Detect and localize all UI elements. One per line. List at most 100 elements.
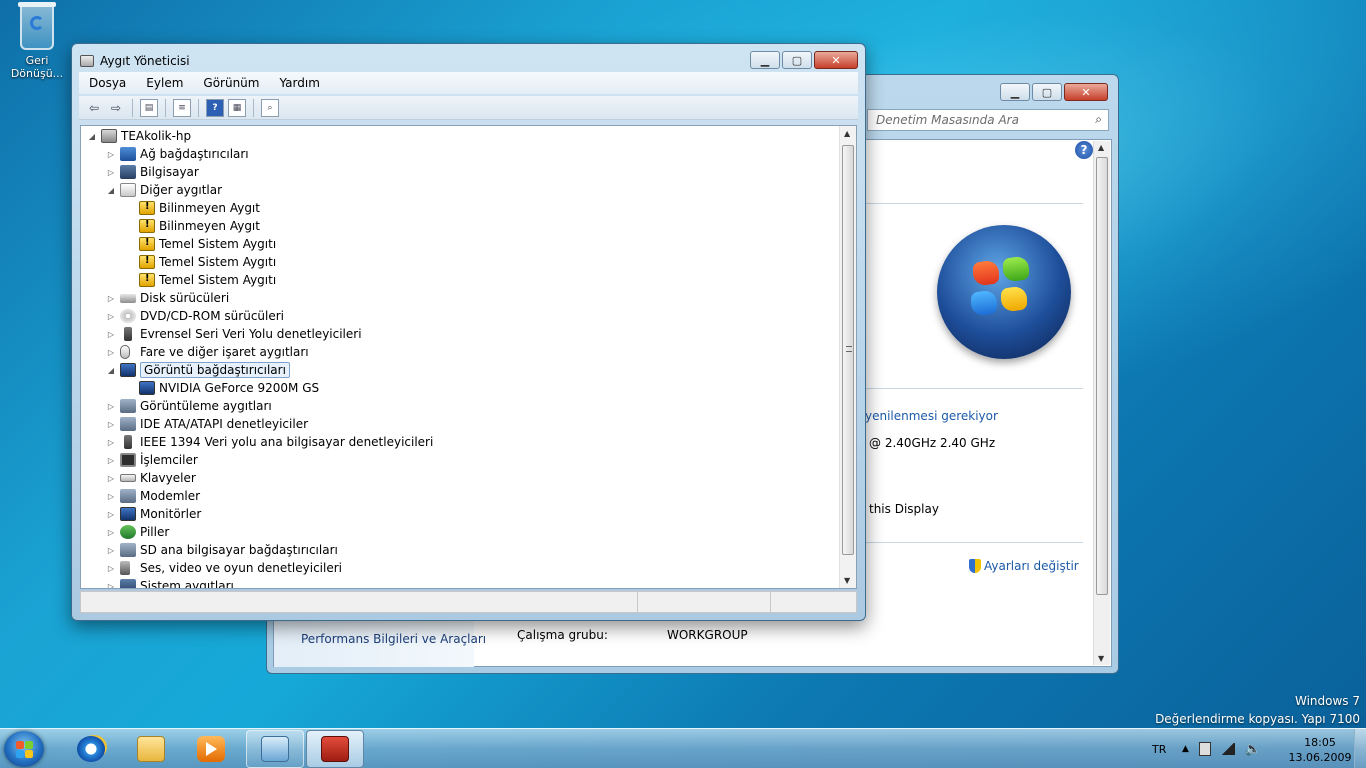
tree-label: Fare ve diğer işaret aygıtları (140, 345, 309, 359)
tree-item[interactable]: ▷ Klavyeler (106, 469, 196, 487)
tree-label: Görüntü bağdaştırıcıları (140, 362, 290, 378)
tree-item[interactable]: ▷ IEEE 1394 Veri yolu ana bilgisayar dene… (106, 433, 433, 451)
maximize-button[interactable]: ▢ (1032, 83, 1062, 101)
tree-label: Piller (140, 525, 170, 539)
firewire-icon (124, 435, 132, 449)
back-arrow-icon[interactable]: ⇦ (85, 99, 103, 117)
view-pane-icon[interactable]: ▦ (228, 98, 246, 117)
tree-item[interactable]: ▷ IDE ATA/ATAPI denetleyiciler (106, 415, 308, 433)
expand-icon[interactable]: ▷ (106, 438, 116, 447)
forward-arrow-icon[interactable]: ⇨ (107, 99, 125, 117)
show-hidden-icons-icon[interactable]: ▲ (1182, 744, 1189, 754)
expand-icon[interactable]: ▷ (106, 510, 116, 519)
expand-icon[interactable]: ▷ (106, 474, 116, 483)
tree-item[interactable]: ◢ Diğer aygıtlar (106, 181, 222, 199)
control-panel-button[interactable] (246, 730, 304, 768)
title-bar: Aygıt Yöneticisi (80, 52, 190, 70)
expand-icon[interactable]: ▷ (106, 330, 116, 339)
tree-item[interactable]: Temel Sistem Aygıtı (139, 253, 276, 271)
tree-item[interactable]: ▷ Sistem aygıtları (106, 577, 234, 589)
maximize-button[interactable]: ▢ (782, 51, 812, 69)
scroll-up-icon[interactable]: ▲ (1098, 143, 1104, 152)
help-icon[interactable]: ? (206, 98, 224, 117)
scan-hardware-icon[interactable]: ⌕ (261, 98, 279, 117)
tree-item[interactable]: ▷ Bilgisayar (106, 163, 199, 181)
tree-item[interactable]: ▷ Evrensel Seri Veri Yolu denetleyicileri (106, 325, 362, 343)
minimize-button[interactable]: ▁ (1000, 83, 1030, 101)
properties-icon[interactable]: ≡ (173, 98, 191, 117)
tree-root[interactable]: ◢ TEAkolik-hp (87, 127, 191, 145)
help-icon[interactable]: ? (1075, 141, 1093, 159)
explorer-button[interactable] (122, 730, 180, 768)
language-indicator[interactable]: TR (1152, 729, 1166, 768)
media-player-button[interactable] (182, 730, 240, 768)
vertical-scrollbar[interactable]: ▲ ▼ (1093, 141, 1110, 665)
expand-icon[interactable]: ▷ (106, 582, 116, 589)
clock[interactable]: 18:05 13.06.2009 (1282, 735, 1358, 765)
power-icon[interactable] (1198, 742, 1211, 756)
tree-item[interactable]: ▷ Monitörler (106, 505, 201, 523)
close-button[interactable]: ✕ (1064, 83, 1108, 101)
internet-explorer-button[interactable] (62, 730, 120, 768)
tree-item[interactable]: Temel Sistem Aygıtı (139, 271, 276, 289)
tree-item[interactable]: ▷ Ses, video ve oyun denetleyicileri (106, 559, 342, 577)
show-desktop-button[interactable] (1354, 729, 1366, 768)
expand-icon[interactable]: ▷ (106, 348, 116, 357)
scroll-down-icon[interactable]: ▼ (1098, 654, 1104, 663)
console-tree-icon[interactable]: ▤ (140, 98, 158, 117)
menu-yardim[interactable]: Yardım (269, 76, 329, 90)
performance-link[interactable]: Performans Bilgileri ve Araçları (301, 632, 486, 646)
search-input[interactable]: Denetim Masasında Ara ⌕ (867, 109, 1109, 131)
activation-link[interactable]: yenilenmesi gerekiyor (865, 409, 998, 423)
expand-icon[interactable]: ▷ (106, 168, 116, 177)
collapse-icon[interactable]: ◢ (87, 132, 97, 141)
tree-item[interactable]: ▷ İşlemciler (106, 451, 198, 469)
media-player-icon (197, 736, 225, 762)
tree-item[interactable]: ▷ DVD/CD-ROM sürücüleri (106, 307, 284, 325)
tree-label: Disk sürücüleri (140, 291, 230, 305)
tree-item[interactable]: ▷ Görüntüleme aygıtları (106, 397, 272, 415)
expand-icon[interactable]: ▷ (106, 420, 116, 429)
expand-icon[interactable]: ▷ (106, 150, 116, 159)
tree-item[interactable]: Bilinmeyen Aygıt (139, 199, 260, 217)
recycle-bin-icon[interactable]: Geri Dönüşü... (6, 2, 68, 80)
expand-icon[interactable]: ▷ (106, 294, 116, 303)
search-icon[interactable]: ⌕ (1095, 112, 1102, 127)
network-icon[interactable] (1220, 743, 1235, 755)
scroll-thumb[interactable] (1096, 157, 1108, 595)
expand-icon[interactable]: ▷ (106, 546, 116, 555)
tree-item[interactable]: ▷ Fare ve diğer işaret aygıtları (106, 343, 309, 361)
expand-icon[interactable]: ▷ (106, 528, 116, 537)
menu-gorunum[interactable]: Görünüm (193, 76, 269, 90)
tree-item[interactable]: ▷ Disk sürücüleri (106, 289, 229, 307)
minimize-button[interactable]: ▁ (750, 51, 780, 69)
collapse-icon[interactable]: ◢ (106, 366, 116, 375)
change-settings-link[interactable]: Ayarları değiştir (969, 559, 1079, 573)
close-button[interactable]: ✕ (814, 51, 858, 69)
volume-icon[interactable]: 🔈 (1245, 742, 1261, 757)
tree-item[interactable]: Bilinmeyen Aygıt (139, 217, 260, 235)
menu-dosya[interactable]: Dosya (79, 76, 136, 90)
expand-icon[interactable]: ▷ (106, 312, 116, 321)
device-manager-window[interactable]: Aygıt Yöneticisi ▁ ▢ ✕ Dosya Eylem Görün… (71, 43, 866, 621)
scroll-up-icon[interactable]: ▲ (844, 129, 850, 138)
tree-item-selected[interactable]: ◢ Görüntü bağdaştırıcıları (106, 361, 290, 379)
device-manager-taskbar-button[interactable] (306, 730, 364, 768)
vertical-scrollbar[interactable]: ▲ ▼ (839, 126, 856, 588)
scroll-down-icon[interactable]: ▼ (844, 576, 850, 585)
menu-eylem[interactable]: Eylem (136, 76, 193, 90)
tree-item[interactable]: ▷ Piller (106, 523, 169, 541)
tree-item[interactable]: Temel Sistem Aygıtı (139, 235, 276, 253)
expand-icon[interactable]: ▷ (106, 564, 116, 573)
start-button[interactable] (4, 731, 44, 767)
expand-icon[interactable]: ▷ (106, 456, 116, 465)
tree-item[interactable]: ▷ SD ana bilgisayar bağdaştırıcıları (106, 541, 338, 559)
collapse-icon[interactable]: ◢ (106, 186, 116, 195)
scroll-thumb[interactable] (842, 145, 854, 555)
expand-icon[interactable]: ▷ (106, 492, 116, 501)
expand-icon[interactable]: ▷ (106, 402, 116, 411)
control-panel-icon (261, 736, 289, 762)
tree-item[interactable]: NVIDIA GeForce 9200M GS (139, 379, 319, 397)
tree-item[interactable]: ▷ Modemler (106, 487, 200, 505)
tree-item[interactable]: ▷ Ağ bağdaştırıcıları (106, 145, 249, 163)
